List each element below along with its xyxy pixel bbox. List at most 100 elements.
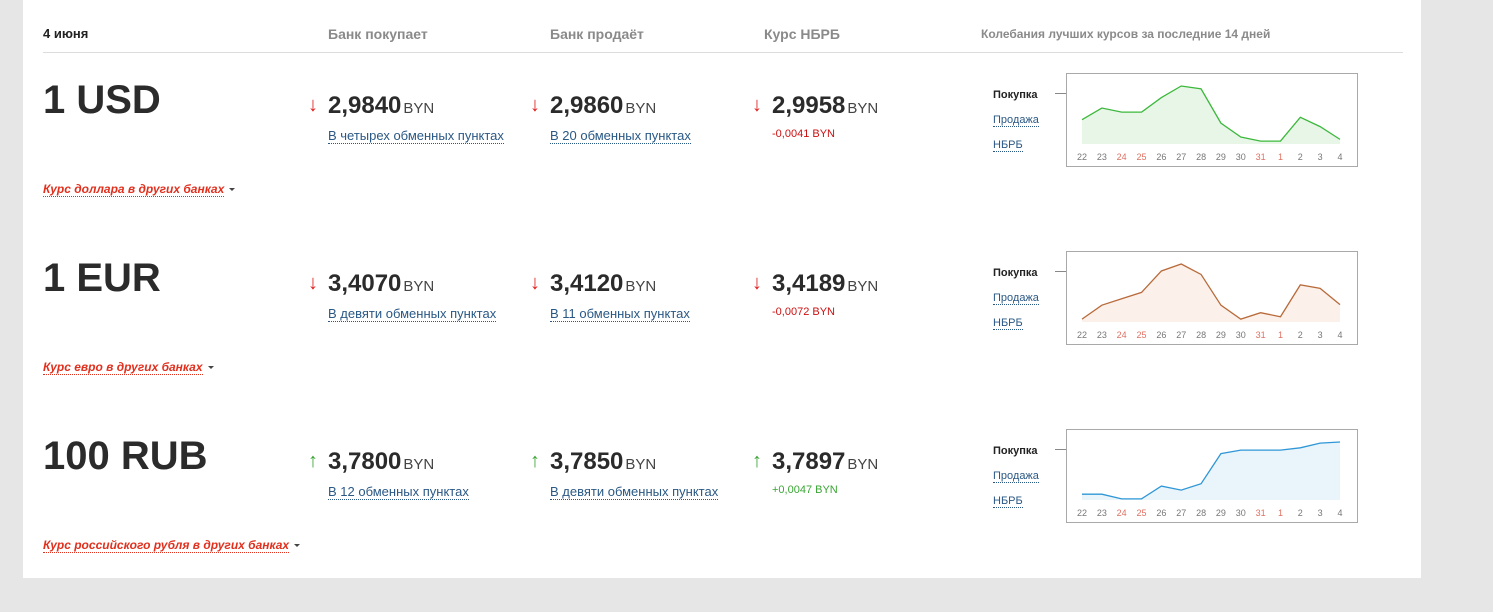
chart-day-tick: 29 (1216, 330, 1226, 340)
chart-legend-sell[interactable]: Продажа (993, 470, 1039, 483)
chart-day-tick: 1 (1278, 330, 1283, 340)
currency-name: 1 EUR (43, 256, 161, 300)
chart-day-tick: 2 (1298, 330, 1303, 340)
chart-plot-area: 22 23 24 25 26 27 28 29 30 31 1 2 3 4 (1066, 251, 1358, 345)
sell-rate-value: 3,7850 (550, 448, 624, 475)
rate-row-rub: 100 RUB ↑ 3,7800 BYN В 12 обменных пункта… (23, 429, 1421, 612)
chart-day-tick: 29 (1216, 152, 1226, 162)
buy-exchange-points-link[interactable]: В девяти обменных пунктах (328, 306, 497, 322)
currency-name: 100 RUB (43, 434, 208, 478)
chart-day-tick: 26 (1156, 508, 1166, 518)
buy-trend-arrow-icon: ↑ (308, 450, 318, 472)
nbrb-change: +0,0047 BYN (772, 484, 838, 496)
chart-day-tick: 1 (1278, 508, 1283, 518)
chart-day-tick: 23 (1097, 330, 1107, 340)
bank-sell-cell: ↓ 3,4120 BYN В 11 обменных пунктах (530, 270, 690, 323)
chart-day-tick: 4 (1337, 508, 1342, 518)
nbrb-rate-unit: BYN (847, 100, 879, 117)
sell-rate-unit: BYN (625, 100, 657, 117)
chart-plot-area: 22 23 24 25 26 27 28 29 30 31 1 2 3 4 (1066, 73, 1358, 167)
chart-day-tick: 26 (1156, 330, 1166, 340)
chart-day-tick: 31 (1256, 330, 1266, 340)
buy-rate-unit: BYN (403, 100, 435, 117)
buy-rate-unit: BYN (403, 456, 435, 473)
chart-day-tick: 3 (1318, 330, 1323, 340)
nbrb-rate-unit: BYN (847, 278, 879, 295)
chart-area-fill (1082, 264, 1340, 322)
chart-day-tick: 22 (1077, 508, 1087, 518)
chart-day-tick: 2 (1298, 152, 1303, 162)
sell-rate-unit: BYN (625, 278, 657, 295)
legend-pointer (1055, 449, 1066, 450)
sell-rate-value: 3,4120 (550, 270, 624, 297)
chart-legend-nbrb[interactable]: НБРБ (993, 317, 1023, 330)
chart-day-tick: 25 (1137, 330, 1147, 340)
chart-day-tick: 29 (1216, 508, 1226, 518)
nbrb-rate-value: 2,9958 (772, 92, 846, 119)
chart-legend-sell[interactable]: Продажа (993, 292, 1039, 305)
nbrb-cell: ↑ 3,7897 BYN +0,0047 BYN (752, 448, 879, 496)
chart-day-tick: 24 (1117, 330, 1127, 340)
header-divider (43, 52, 1403, 53)
chart-legend-buy[interactable]: Покупка (993, 267, 1038, 279)
nbrb-change: -0,0041 BYN (772, 128, 835, 140)
chart-day-tick: 28 (1196, 152, 1206, 162)
chart-day-tick: 22 (1077, 330, 1087, 340)
chart-svg: 22 23 24 25 26 27 28 29 30 31 1 2 3 4 (1077, 263, 1343, 340)
date-header: 4 июня (43, 26, 89, 41)
chart-legend-sell[interactable]: Продажа (993, 114, 1039, 127)
sell-exchange-points-link[interactable]: В девяти обменных пунктах (550, 484, 719, 500)
nbrb-cell: ↓ 2,9958 BYN -0,0041 BYN (752, 92, 879, 140)
chart-header: Колебания лучших курсов за последние 14 … (981, 27, 1271, 41)
chart-day-tick: 27 (1176, 508, 1186, 518)
chart-area-fill (1082, 442, 1340, 500)
bank-buy-cell: ↓ 2,9840 BYN В четырех обменных пунктах (308, 92, 504, 145)
rate-row-eur: 1 EUR ↓ 3,4070 BYN В девяти обменных пунк… (23, 251, 1421, 434)
other-banks-link[interactable]: Курс российского рубля в других банках (43, 538, 290, 553)
buy-trend-arrow-icon: ↓ (308, 272, 318, 294)
chart-day-tick: 28 (1196, 508, 1206, 518)
chart-legend-nbrb[interactable]: НБРБ (993, 495, 1023, 508)
chart-day-tick: 27 (1176, 330, 1186, 340)
nbrb-change: -0,0072 BYN (772, 306, 835, 318)
other-banks-link[interactable]: Курс доллара в других банках (43, 182, 225, 197)
nbrb-rate-unit: BYN (847, 456, 879, 473)
bank-buy-cell: ↑ 3,7800 BYN В 12 обменных пунктах (308, 448, 469, 501)
sell-exchange-points-link[interactable]: В 20 обменных пунктах (550, 128, 691, 144)
chevron-down-icon (208, 366, 214, 369)
bank-sell-cell: ↓ 2,9860 BYN В 20 обменных пунктах (530, 92, 691, 145)
rate-row-usd: 1 USD ↓ 2,9840 BYN В четырех обменных пун… (23, 73, 1421, 256)
legend-pointer (1055, 271, 1066, 272)
buy-rate-unit: BYN (403, 278, 435, 295)
chart-day-tick: 31 (1256, 508, 1266, 518)
chart-day-tick: 22 (1077, 152, 1087, 162)
bank-sell-cell: ↑ 3,7850 BYN В девяти обменных пунктах (530, 448, 719, 501)
buy-exchange-points-link[interactable]: В четырех обменных пунктах (328, 128, 504, 144)
chart-day-tick: 24 (1117, 508, 1127, 518)
rates-panel: 4 июня Банк покупает Банк продаёт Курс Н… (23, 0, 1421, 578)
chart-day-tick: 30 (1236, 508, 1246, 518)
buy-rate-value: 2,9840 (328, 92, 402, 119)
chevron-down-icon (229, 188, 235, 191)
chart-svg: 22 23 24 25 26 27 28 29 30 31 1 2 3 4 (1077, 441, 1343, 518)
sell-exchange-points-link[interactable]: В 11 обменных пунктах (550, 306, 690, 322)
sell-trend-arrow-icon: ↑ (530, 450, 540, 472)
other-banks-link[interactable]: Курс евро в других банках (43, 360, 203, 375)
nbrb-cell: ↓ 3,4189 BYN -0,0072 BYN (752, 270, 879, 318)
buy-header: Банк покупает (328, 26, 428, 42)
chart-legend-buy[interactable]: Покупка (993, 445, 1038, 457)
chart-day-tick: 23 (1097, 152, 1107, 162)
chart-day-tick: 2 (1298, 508, 1303, 518)
nbrb-trend-arrow-icon: ↓ (752, 272, 762, 294)
chart-day-tick: 24 (1117, 152, 1127, 162)
chart-area-fill (1082, 86, 1340, 144)
chart-legend-buy[interactable]: Покупка (993, 89, 1038, 101)
buy-exchange-points-link[interactable]: В 12 обменных пунктах (328, 484, 469, 500)
chart-day-tick: 28 (1196, 330, 1206, 340)
chart-legend-nbrb[interactable]: НБРБ (993, 139, 1023, 152)
chart-day-tick: 3 (1318, 508, 1323, 518)
chart-day-tick: 4 (1337, 152, 1342, 162)
nbrb-rate-value: 3,4189 (772, 270, 846, 297)
chart-day-tick: 3 (1318, 152, 1323, 162)
chart-plot-area: 22 23 24 25 26 27 28 29 30 31 1 2 3 4 (1066, 429, 1358, 523)
